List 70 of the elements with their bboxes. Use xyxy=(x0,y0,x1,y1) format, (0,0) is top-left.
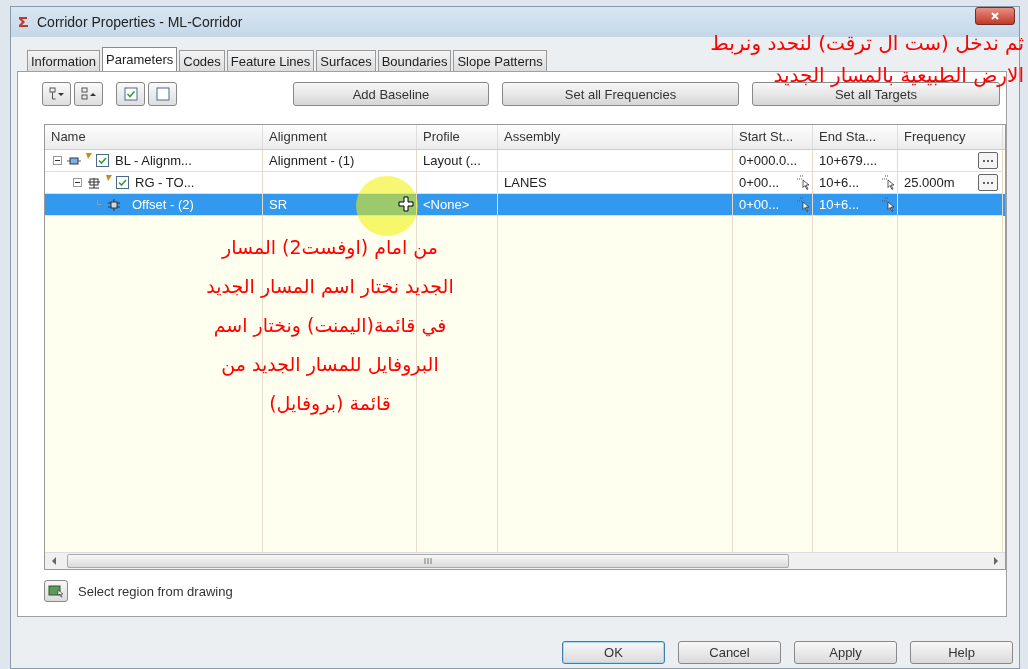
annotation-text: من امام (اوفست2) المسار الجديد نختار اسم المسار الجديد في قائمة(اليمنت) ونختار اسم البروفايل للمسار الجديد من قائمة (بروفايل) xyxy=(205,235,455,417)
checkbox-empty-icon xyxy=(154,87,171,101)
tab[interactable]: Parameters xyxy=(102,47,178,71)
ok-button[interactable]: OK xyxy=(562,641,665,664)
table-cell: 10+6... xyxy=(819,197,860,212)
column-header[interactable]: Profile xyxy=(417,125,498,149)
offset-icon xyxy=(106,197,122,212)
table-cell: Alignment - (1) xyxy=(269,153,355,168)
scroll-left-icon xyxy=(51,557,57,565)
app-logo-icon xyxy=(17,15,31,29)
table-row[interactable]: BL - Alignm... Alignment - (1) Layout (... 0+000.0... 10+679.... xyxy=(45,150,1005,172)
collapse-all-button[interactable] xyxy=(74,82,103,106)
add-baseline-button[interactable]: Add Baseline xyxy=(293,82,489,106)
ellipsis-icon xyxy=(982,180,994,185)
apply-button[interactable]: Apply xyxy=(794,641,897,664)
tab[interactable]: Surfaces xyxy=(316,50,376,71)
cancel-button[interactable]: Cancel xyxy=(678,641,781,664)
ellipsis-icon xyxy=(982,158,994,163)
table-cell: 10+6... xyxy=(819,175,860,190)
table-cell: 10+679.... xyxy=(819,153,878,168)
table-cell: 0+00... xyxy=(739,175,780,190)
column-header[interactable]: End Sta... xyxy=(813,125,898,149)
expand-all-button[interactable] xyxy=(42,82,71,106)
flag-icon xyxy=(106,175,112,181)
column-header[interactable]: Start St... xyxy=(733,125,813,149)
check-all-button[interactable] xyxy=(116,82,145,106)
table-cell: RG - TO... xyxy=(135,175,195,190)
set-frequencies-button[interactable]: Set all Frequencies xyxy=(502,82,739,106)
table-cell: Offset - (2) xyxy=(132,197,194,212)
tab[interactable]: Codes xyxy=(179,50,225,71)
more-button[interactable] xyxy=(978,174,998,191)
table-cell: Layout (... xyxy=(423,153,481,168)
more-button[interactable] xyxy=(978,152,998,169)
tab[interactable]: Boundaries xyxy=(377,50,452,71)
table-row[interactable]: RG - TO... LANES 0+00... 10+6... 25.000m xyxy=(45,172,1005,194)
select-region-button[interactable] xyxy=(44,580,68,602)
tree-expand-icon xyxy=(48,87,65,101)
pick-cursor-icon xyxy=(796,175,810,190)
pick-cursor-icon xyxy=(796,197,810,212)
table-cell: SR xyxy=(269,197,288,212)
tab[interactable]: Information xyxy=(27,50,101,71)
column-header[interactable]: Assembly xyxy=(498,125,733,149)
pick-cursor-icon xyxy=(881,175,895,190)
move-cursor-icon xyxy=(398,196,414,212)
scroll-right-icon xyxy=(993,557,999,565)
table-cell: 0+000.0... xyxy=(739,153,798,168)
table-cell: 25.000m xyxy=(904,175,955,190)
table-cell: 0+00... xyxy=(739,197,780,212)
region-pick-icon xyxy=(48,584,64,598)
select-region-label: Select region from drawing xyxy=(78,583,233,599)
column-header[interactable]: Name xyxy=(45,125,263,149)
checkbox-checked-icon xyxy=(122,87,139,101)
table-cell: <None> xyxy=(423,197,470,212)
tree-collapse-icon xyxy=(80,87,97,101)
region-icon xyxy=(86,175,102,190)
grip-icon xyxy=(424,558,432,564)
table-cell: LANES xyxy=(504,175,547,190)
flag-icon xyxy=(86,153,92,159)
column-header[interactable]: Frequency xyxy=(898,125,1003,149)
horizontal-scrollbar[interactable] xyxy=(45,552,1005,569)
close-icon xyxy=(990,11,1000,21)
column-header[interactable]: Alignment xyxy=(263,125,417,149)
close-button[interactable] xyxy=(975,7,1015,25)
tab[interactable]: Feature Lines xyxy=(226,50,315,71)
table-cell: BL - Alignm... xyxy=(115,153,192,168)
pick-cursor-icon xyxy=(881,197,895,212)
uncheck-all-button[interactable] xyxy=(148,82,177,106)
tab[interactable]: Slope Patterns xyxy=(453,50,547,71)
window-title: Corridor Properties - ML-Corridor xyxy=(37,14,243,30)
help-button[interactable]: Help xyxy=(910,641,1013,664)
